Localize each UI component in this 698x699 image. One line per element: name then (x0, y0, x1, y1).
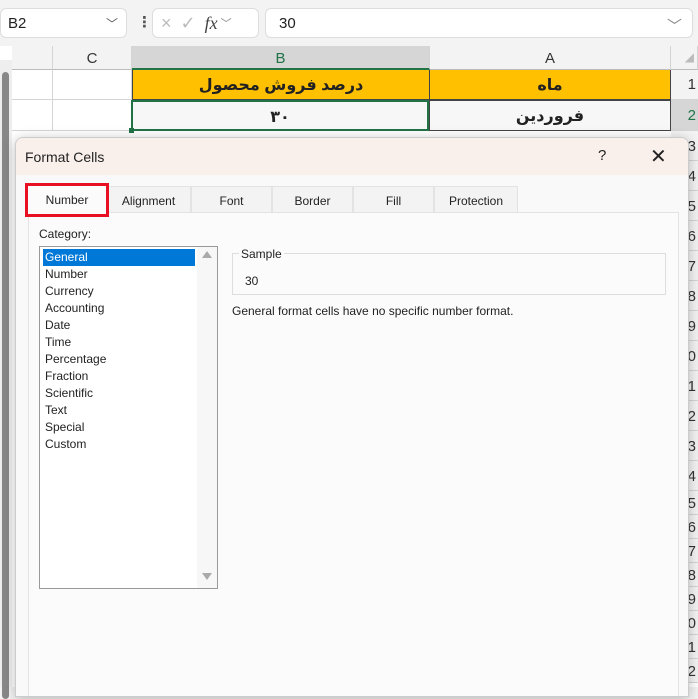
category-item[interactable]: Text (43, 402, 195, 419)
formula-buttons: × ✓ fx ﹀ (152, 8, 259, 38)
sample-label: Sample (239, 247, 284, 261)
category-item[interactable]: Scientific (43, 385, 195, 402)
column-header-c[interactable]: C (53, 46, 132, 70)
category-item[interactable]: Percentage (43, 351, 195, 368)
tab-font[interactable]: Font (191, 186, 272, 213)
formula-input[interactable]: 30 ﹀ (265, 8, 693, 38)
enter-icon[interactable]: ✓ (181, 13, 196, 34)
vertical-scrollbar[interactable] (0, 60, 12, 699)
cell-c1[interactable] (53, 70, 132, 100)
cell[interactable] (12, 70, 53, 100)
dialog-title-bar: Format Cells ? ✕ (16, 138, 688, 175)
category-item[interactable]: Custom (43, 436, 195, 453)
sample-group: Sample 30 (232, 247, 666, 295)
column-header-a[interactable]: A (430, 46, 671, 70)
chevron-down-icon[interactable]: ﹀ (106, 15, 118, 32)
tab-alignment[interactable]: Alignment (106, 186, 191, 213)
name-box[interactable]: B2 ﹀ (0, 8, 127, 38)
column-header-partial[interactable] (12, 46, 53, 70)
tab-number[interactable]: Number (25, 183, 109, 217)
expand-formula-icon[interactable]: ﹀ (667, 15, 682, 36)
format-cells-dialog: Format Cells ? ✕ Alignment Font Border F… (15, 137, 689, 697)
select-all-icon[interactable]: ◢ (671, 46, 698, 70)
category-item[interactable]: General (42, 248, 196, 267)
category-item[interactable]: Currency (43, 283, 195, 300)
name-box-value: B2 (8, 15, 27, 32)
close-button[interactable]: ✕ (650, 144, 667, 169)
cell[interactable] (12, 100, 53, 131)
chevron-down-icon[interactable]: ﹀ (221, 15, 232, 31)
category-list[interactable]: General Number Currency Accounting Date Time P… (39, 246, 218, 589)
sample-value: 30 (245, 274, 259, 288)
help-button[interactable]: ? (598, 147, 606, 164)
column-header-b[interactable]: B (132, 46, 430, 70)
scroll-down-icon[interactable] (202, 573, 212, 580)
category-item[interactable]: Special (43, 419, 195, 436)
list-scrollbar[interactable] (197, 247, 217, 588)
row-header-1[interactable]: 1 (671, 70, 698, 100)
cell-b1[interactable]: درصد فروش محصول (132, 70, 430, 100)
dialog-title: Format Cells (25, 149, 105, 165)
row-header-2[interactable]: 2 (671, 100, 698, 131)
category-label: Category: (39, 227, 92, 241)
tab-protection[interactable]: Protection (434, 186, 518, 213)
cell-a2[interactable]: فروردین (429, 100, 671, 131)
tab-fill[interactable]: Fill (353, 186, 434, 213)
scroll-up-icon[interactable] (202, 251, 212, 258)
insert-function-button[interactable]: fx (205, 13, 218, 34)
cell-a1[interactable]: ماه (430, 70, 671, 100)
category-item[interactable]: Number (43, 266, 195, 283)
cell-c2[interactable] (53, 100, 132, 131)
formula-value: 30 (279, 15, 296, 32)
scroll-thumb[interactable] (2, 72, 9, 699)
category-item[interactable]: Fraction (43, 368, 195, 385)
format-description: General format cells have no specific nu… (232, 304, 514, 318)
cancel-icon[interactable]: × (161, 13, 172, 34)
tab-border[interactable]: Border (272, 186, 353, 213)
category-item[interactable]: Date (43, 317, 195, 334)
cell-b2-selected[interactable]: ۳۰ (131, 100, 429, 131)
more-icon: ⋮ (137, 14, 152, 31)
fill-handle[interactable] (129, 128, 134, 133)
category-item[interactable]: Accounting (43, 300, 195, 317)
category-item[interactable]: Time (43, 334, 195, 351)
